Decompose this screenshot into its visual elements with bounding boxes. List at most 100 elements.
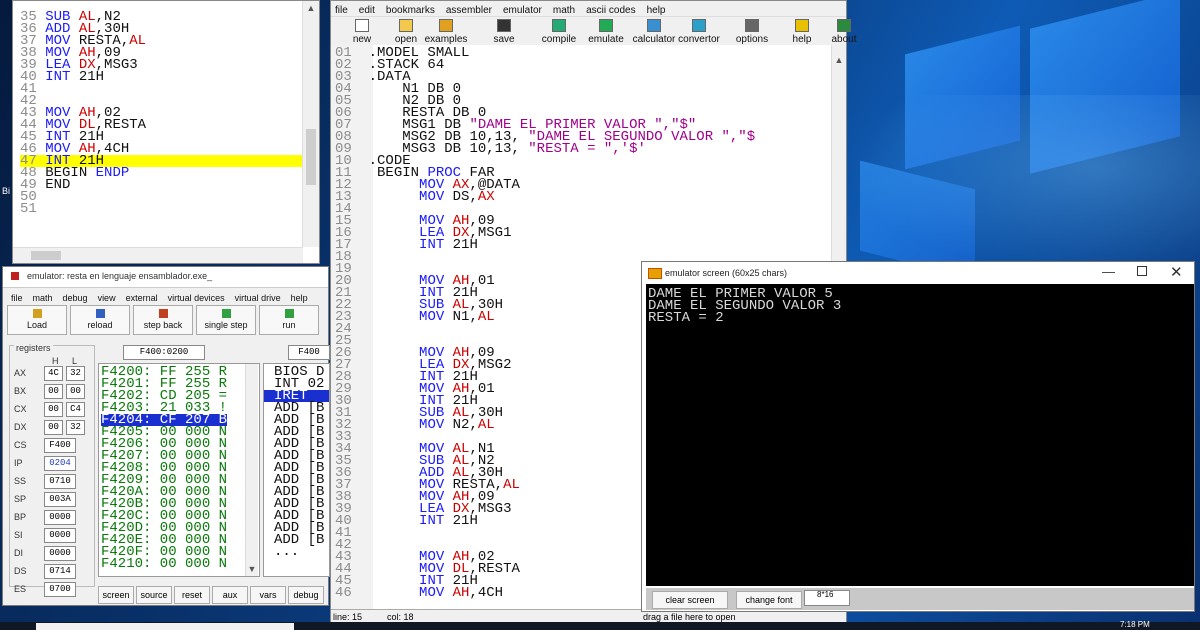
register-ds-value[interactable]: 0714 xyxy=(44,564,76,579)
scroll-up-icon[interactable]: ▲ xyxy=(303,3,319,13)
toolbar-step-back-button[interactable]: step back xyxy=(133,305,193,335)
register-ip-value[interactable]: 0204 xyxy=(44,456,76,471)
code-token: INT xyxy=(419,513,453,529)
toolbar-label: about xyxy=(831,34,857,45)
menu-ascii-codes[interactable]: ascii codes xyxy=(586,5,635,16)
source-scrollbar[interactable]: ▲ xyxy=(302,1,319,247)
memory-scrollbar[interactable]: ▼ xyxy=(245,364,258,576)
register-bx-l[interactable]: 00 xyxy=(66,384,85,399)
register-dx-h[interactable]: 00 xyxy=(44,420,63,435)
convertor-icon xyxy=(692,19,706,32)
code-token: MOV xyxy=(419,585,453,601)
register-cx-l[interactable]: C4 xyxy=(66,402,85,417)
register-ax-h[interactable]: 4C xyxy=(44,366,63,381)
register-name: ES xyxy=(14,584,27,594)
menu-help[interactable]: help xyxy=(291,293,308,303)
menu-bookmarks[interactable]: bookmarks xyxy=(386,5,435,16)
menu-virtual-devices[interactable]: virtual devices xyxy=(168,293,225,303)
register-bx-h[interactable]: 00 xyxy=(44,384,63,399)
scroll-up-icon[interactable]: ▲ xyxy=(832,55,846,65)
hscroll-thumb[interactable] xyxy=(31,251,61,260)
toolbar-save-button[interactable]: save xyxy=(481,19,527,45)
emulator-bottom-buttons: screen source reset aux vars debug xyxy=(98,585,328,604)
screen-button[interactable]: screen xyxy=(98,586,134,604)
source-button[interactable]: source xyxy=(136,586,172,604)
options-icon xyxy=(745,19,759,32)
toolbar-run-button[interactable]: run xyxy=(259,305,319,335)
toolbar-new-button[interactable]: new xyxy=(339,19,385,45)
clear-screen-button[interactable]: clear screen xyxy=(652,591,728,609)
vars-button[interactable]: vars xyxy=(250,586,286,604)
desktop-icon-label[interactable]: Bi xyxy=(2,186,10,196)
address-field-2[interactable]: F400 xyxy=(288,345,330,360)
toolbar-compile-button[interactable]: compile xyxy=(536,19,582,45)
toolbar-emulate-button[interactable]: emulate xyxy=(583,19,629,45)
font-size-select[interactable]: 8*16 xyxy=(804,590,850,606)
aux-button[interactable]: aux xyxy=(212,586,248,604)
run-icon xyxy=(284,309,294,318)
code-line: 13 MOV DS,AX xyxy=(335,189,755,205)
disassembly-list[interactable]: BIOS D INT 02 IRET ADD [B ADD [B ADD [B ADD [B… xyxy=(263,363,330,577)
toolbar-single-step-button[interactable]: single step xyxy=(196,305,256,335)
register-dx-l[interactable]: 32 xyxy=(66,420,85,435)
register-cs-value[interactable]: F400 xyxy=(44,438,76,453)
menu-emulator[interactable]: emulator xyxy=(503,5,542,16)
code-token: N2, xyxy=(452,417,478,433)
menu-math[interactable]: math xyxy=(553,5,575,16)
toolbar-options-button[interactable]: options xyxy=(729,19,775,45)
memory-list[interactable]: F4200: FF 255 R F4201: FF 255 R F4202: CD … xyxy=(98,363,260,577)
debug-button[interactable]: debug xyxy=(288,586,324,604)
menu-assembler[interactable]: assembler xyxy=(446,5,492,16)
menu-math[interactable]: math xyxy=(33,293,53,303)
line-number: 46 xyxy=(335,585,352,601)
change-font-button[interactable]: change font xyxy=(736,591,802,609)
source-window: 35 SUB AL,N2 36 ADD AL,30H 37 MOV RESTA,AL… xyxy=(12,0,320,264)
scroll-thumb[interactable] xyxy=(306,129,316,185)
menu-file[interactable]: file xyxy=(335,5,348,16)
memory-row[interactable]: F4210: 00 000 N xyxy=(101,557,227,571)
code-token: ,4CH xyxy=(469,585,504,601)
menu-help[interactable]: help xyxy=(647,5,666,16)
register-ax-l[interactable]: 32 xyxy=(66,366,85,381)
open-icon xyxy=(399,19,413,32)
register-di-value[interactable]: 0000 xyxy=(44,546,76,561)
minimize-icon[interactable]: — xyxy=(1102,264,1115,279)
register-cx-h[interactable]: 00 xyxy=(44,402,63,417)
register-sp-value[interactable]: 003A xyxy=(44,492,76,507)
toolbar-load-button[interactable]: Load xyxy=(7,305,67,335)
toolbar-reload-button[interactable]: reload xyxy=(70,305,130,335)
source-hscroll[interactable] xyxy=(13,247,303,263)
code-token: AL xyxy=(503,477,520,493)
source-code-area[interactable]: 35 SUB AL,N2 36 ADD AL,30H 37 MOV RESTA,AL… xyxy=(20,11,310,226)
register-name: CS xyxy=(14,440,27,450)
menu-debug[interactable]: debug xyxy=(63,293,88,303)
register-si-value[interactable]: 0000 xyxy=(44,528,76,543)
toolbar-calculator-button[interactable]: calculator xyxy=(631,19,677,45)
reset-button[interactable]: reset xyxy=(174,586,210,604)
register-ss-value[interactable]: 0710 xyxy=(44,474,76,489)
close-icon[interactable]: ✕ xyxy=(1170,263,1183,281)
menu-file[interactable]: file xyxy=(11,293,23,303)
toolbar-convertor-button[interactable]: convertor xyxy=(676,19,722,45)
code-token: 21H xyxy=(78,69,105,85)
taskbar-search-box[interactable] xyxy=(36,623,294,630)
code-token: AL xyxy=(477,309,495,325)
menu-view[interactable]: view xyxy=(98,293,116,303)
register-bp-value[interactable]: 0000 xyxy=(44,510,76,525)
menu-external[interactable]: external xyxy=(126,293,158,303)
menu-edit[interactable]: edit xyxy=(359,5,375,16)
register-name: DS xyxy=(14,566,27,576)
load-icon xyxy=(32,309,42,318)
toolbar-help-button[interactable]: help xyxy=(779,19,825,45)
scroll-down-icon[interactable]: ▼ xyxy=(246,564,258,574)
toolbar-examples-button[interactable]: examples xyxy=(423,19,469,45)
address-field[interactable]: F400:0200 xyxy=(123,345,205,360)
code-token: AL xyxy=(129,33,147,49)
maximize-icon[interactable] xyxy=(1137,266,1147,276)
emulator-app-icon xyxy=(11,272,19,280)
screen-output[interactable]: DAME EL PRIMER VALOR 5 DAME EL SEGUNDO VA… xyxy=(646,284,1194,586)
menu-virtual-drive[interactable]: virtual drive xyxy=(235,293,281,303)
toolbar-about-button[interactable]: about xyxy=(821,19,867,45)
register-es-value[interactable]: 0700 xyxy=(44,582,76,597)
